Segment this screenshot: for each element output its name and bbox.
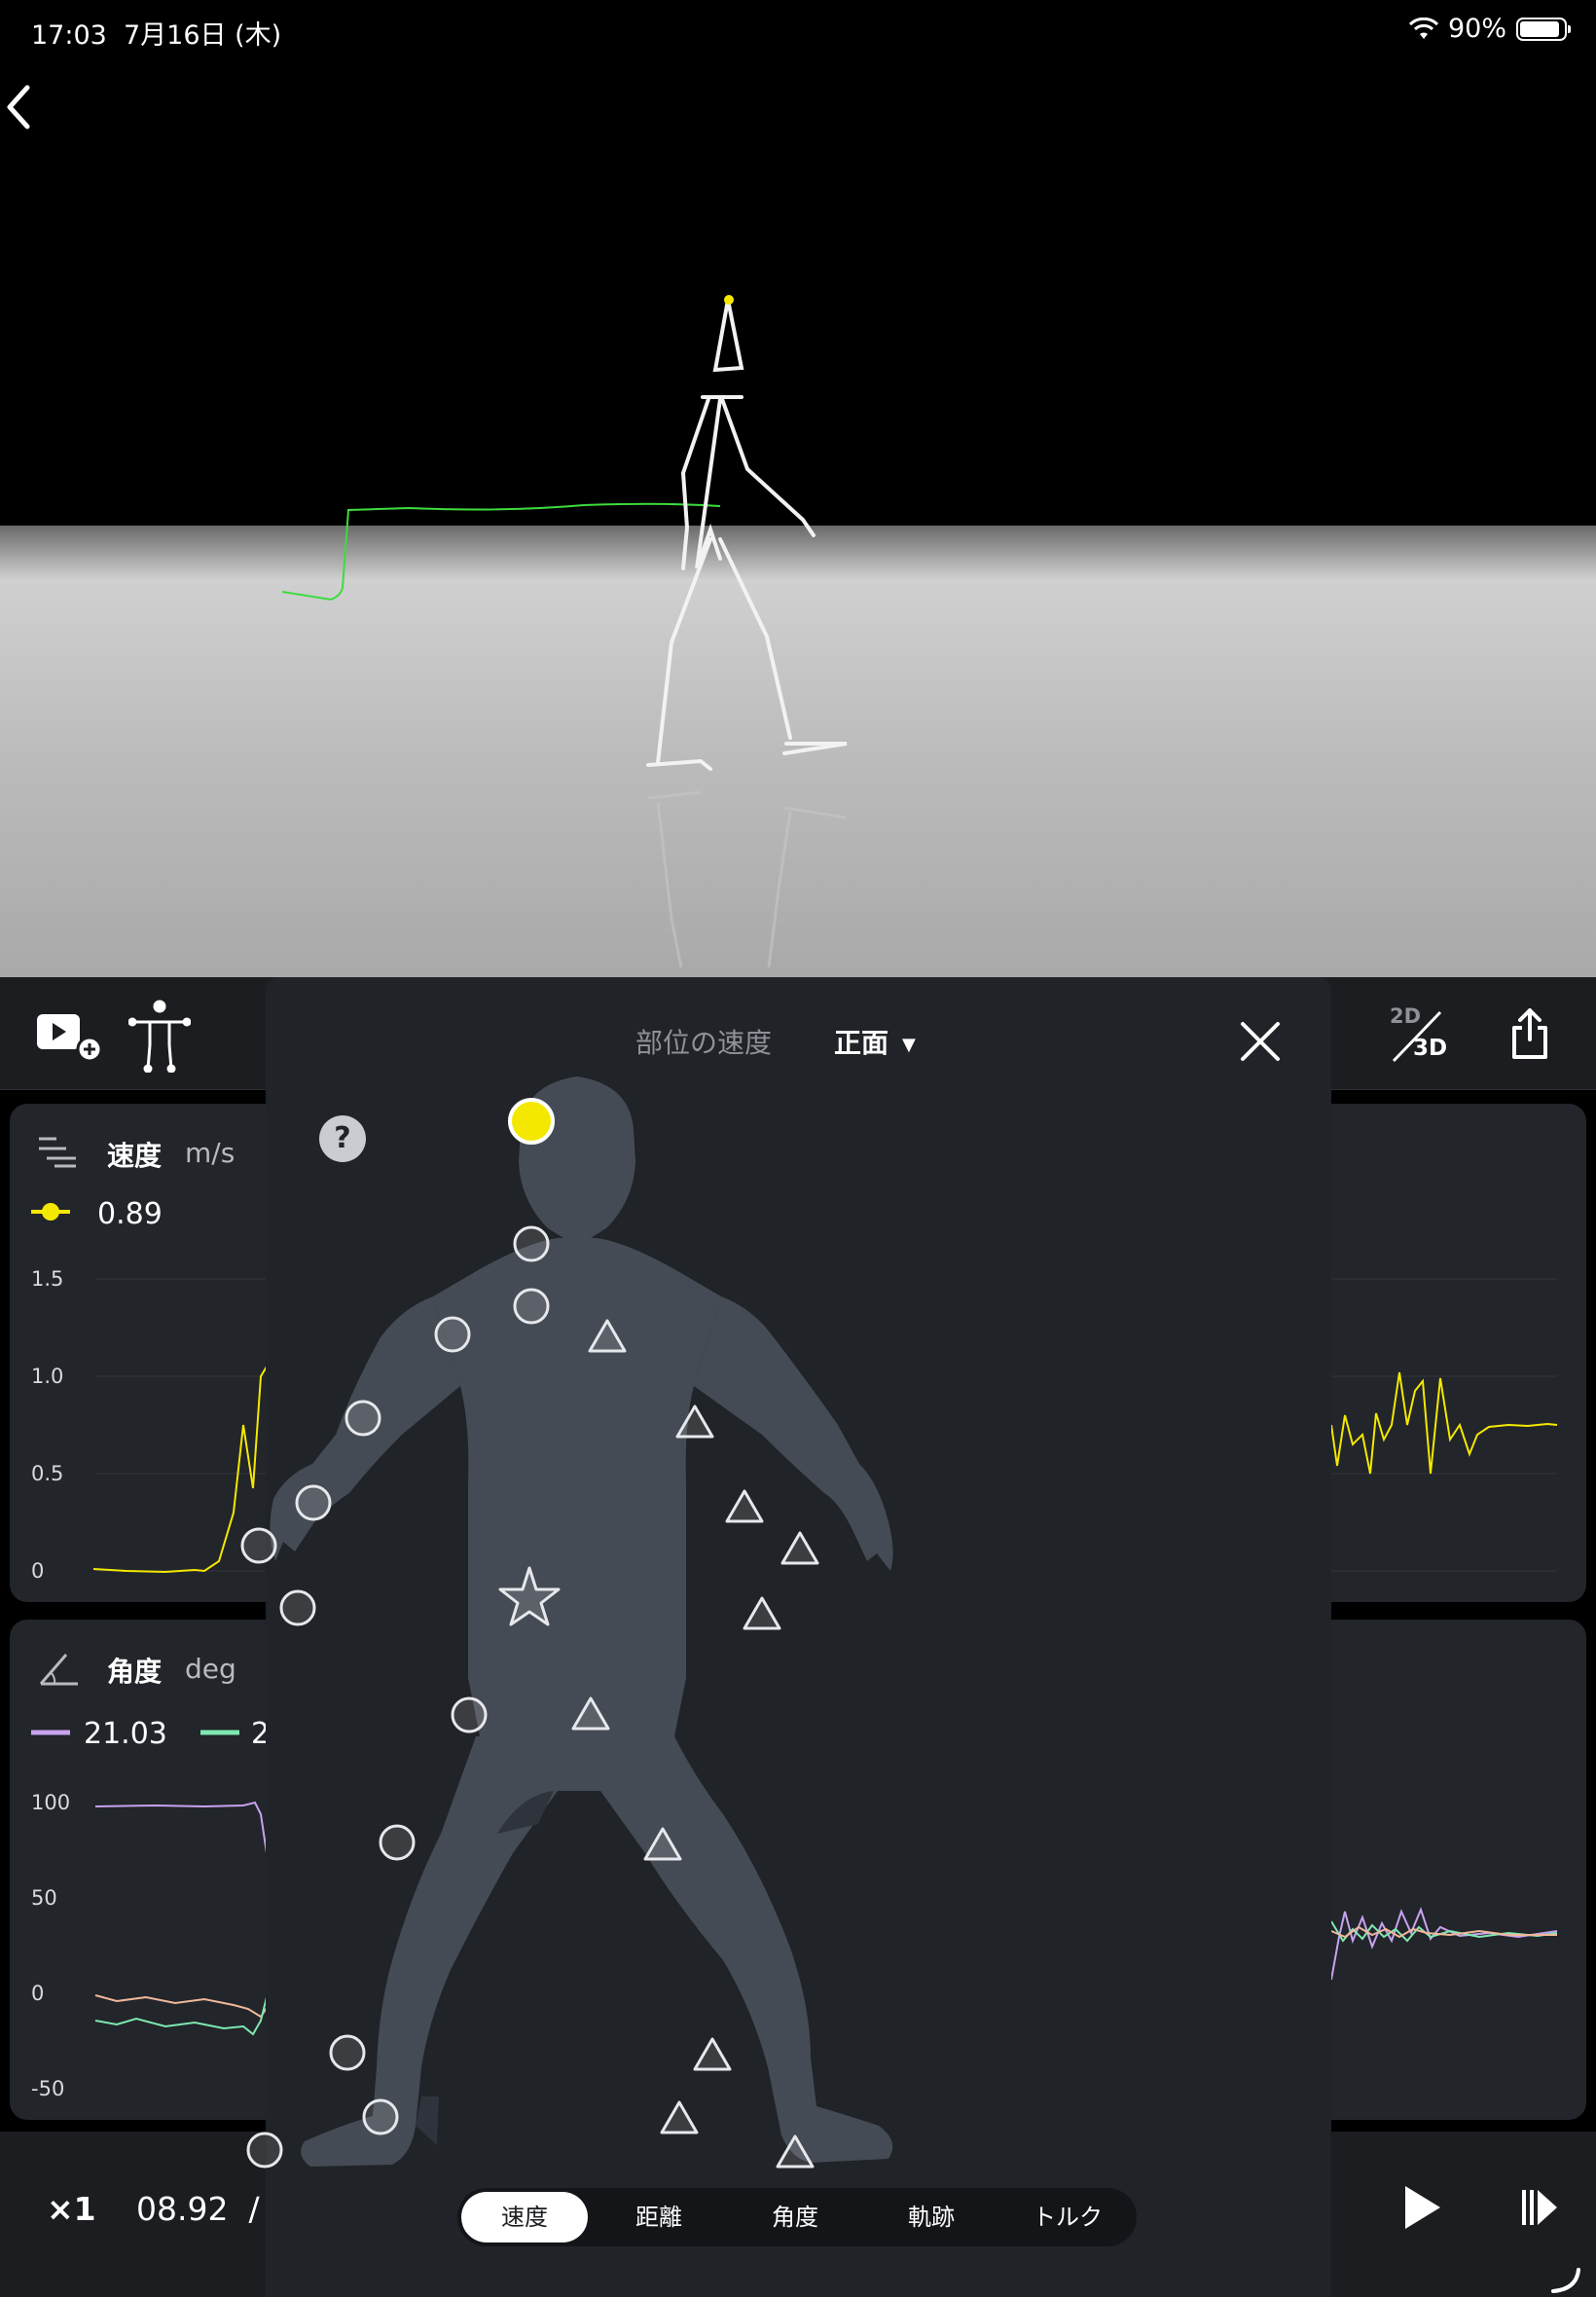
joint-neck-upper	[513, 1225, 550, 1262]
joint-right-hand-inner	[279, 1589, 316, 1626]
joint-right-shoulder	[434, 1316, 471, 1353]
joint-right-knee	[379, 1824, 416, 1861]
joint-head-selected	[508, 1098, 555, 1145]
joint-left-shoulder	[588, 1319, 627, 1353]
joint-left-hand-inner	[743, 1596, 781, 1630]
joint-neck-lower	[513, 1288, 550, 1325]
joint-right-hand-outer	[240, 1527, 277, 1564]
joint-left-ankle	[693, 2037, 732, 2071]
joint-right-toe	[362, 2098, 399, 2135]
tab-distance[interactable]: 距離	[596, 2192, 722, 2242]
joint-right-hip	[451, 1696, 488, 1733]
tab-trajectory[interactable]: 軌跡	[868, 2192, 995, 2242]
joint-right-ankle	[329, 2034, 366, 2071]
tab-speed[interactable]: 速度	[461, 2192, 588, 2242]
tab-torque[interactable]: トルク	[1004, 2192, 1131, 2242]
joint-right-heel	[246, 2132, 283, 2169]
joint-left-toe	[660, 2100, 699, 2134]
metric-tabs: 速度 距離 角度 軌跡 トルク	[457, 2188, 1137, 2246]
joint-center-of-mass-star	[498, 1566, 561, 1626]
joint-right-wrist	[295, 1484, 332, 1521]
joint-left-elbow	[675, 1404, 714, 1439]
tab-angle[interactable]: 角度	[732, 2192, 858, 2242]
joint-left-hip	[571, 1696, 610, 1731]
joint-right-elbow	[345, 1400, 381, 1437]
joint-left-hand-outer	[780, 1531, 819, 1565]
joint-markers[interactable]	[0, 0, 1596, 2297]
body-part-selector-sheet: 部位の速度 正面 ▼ ? 速度 距離 角度 軌跡 トルク	[240, 977, 1331, 2297]
joint-left-knee	[643, 1827, 682, 1861]
joint-left-heel	[776, 2134, 815, 2169]
joint-left-wrist	[725, 1489, 764, 1523]
